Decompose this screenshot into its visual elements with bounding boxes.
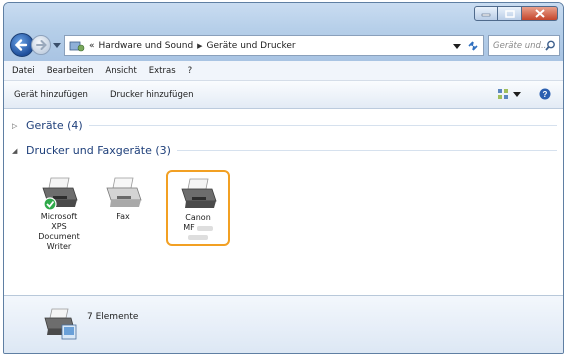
explorer-window: « Hardware und Sound ▶ Geräte und Drucke… [3,2,564,354]
refresh-icon[interactable] [466,39,480,53]
add-printer-button[interactable]: Drucker hinzufügen [110,90,194,100]
printer-xps[interactable]: Microsoft XPS Document Writer [30,174,88,252]
view-options-button[interactable] [497,88,521,100]
devices-printers-icon [44,308,77,340]
printer-name-line: Canon [185,213,211,222]
printer-icon [181,178,217,208]
printer-canon[interactable]: Canon MF [166,170,230,246]
printer-name-line: XPS [51,222,67,231]
menu-view[interactable]: Ansicht [105,66,136,76]
title-bar: « Hardware und Sound ▶ Geräte und Drucke… [4,3,563,61]
history-dropdown-icon[interactable] [53,41,61,49]
forward-button[interactable] [31,35,51,55]
menu-file[interactable]: Datei [12,66,35,76]
search-placeholder: Geräte und... [493,40,550,51]
printer-name-line: MF [183,223,195,232]
menu-bar: Datei Bearbeiten Ansicht Extras ? [4,61,563,81]
address-bar[interactable]: « Hardware und Sound ▶ Geräte und Drucke… [64,35,484,56]
group-label-devices: Geräte (4) [26,119,83,132]
address-dropdown-icon[interactable] [453,42,461,50]
view-dropdown-icon [513,92,521,97]
printer-model-line: MF [183,223,213,233]
menu-tools[interactable]: Extras [149,66,176,76]
view-grid-icon [498,89,508,99]
redacted-text [196,225,213,231]
search-box[interactable]: Geräte und... [488,35,560,56]
svg-text:?: ? [543,90,548,99]
item-count: 7 Elemente [87,312,139,322]
menu-help[interactable]: ? [188,66,193,76]
details-pane: 7 Elemente [4,295,563,353]
close-icon [534,9,545,18]
search-icon[interactable] [545,40,556,51]
arrow-left-icon [14,39,28,51]
minimize-button[interactable] [474,6,498,21]
maximize-icon [504,9,515,18]
group-divider [176,150,557,151]
breadcrumb-devices-printers[interactable]: Geräte und Drucker [207,41,296,51]
printer-name-line: Writer [46,242,72,251]
content-area: ▷ Geräte (4) ◢ Drucker und Faxgeräte (3)… [4,110,563,294]
minimize-icon [481,13,491,16]
group-label-printers: Drucker und Faxgeräte (3) [26,144,171,157]
command-bar: Gerät hinzufügen Drucker hinzufügen ? [4,81,563,109]
fax-icon [106,177,142,207]
collapse-arrow-icon[interactable]: ◢ [12,147,20,155]
default-check-icon [43,197,57,211]
printer-name-line: Microsoft [40,212,78,221]
close-button[interactable] [522,6,558,21]
expand-arrow-icon[interactable]: ▷ [12,122,20,130]
redacted-text [188,235,208,240]
printer-name-line: Fax [116,212,130,221]
help-icon[interactable]: ? [539,88,551,100]
toolbar-right: ? [497,88,551,100]
maximize-button[interactable] [498,6,522,21]
arrow-right-icon [36,40,47,50]
printer-name-line: Document [38,232,80,241]
printer-fax[interactable]: Fax [94,174,152,222]
breadcrumb-separator-icon[interactable]: ▶ [197,42,202,50]
group-header-printers[interactable]: ◢ Drucker und Faxgeräte (3) [12,144,557,157]
group-header-devices[interactable]: ▷ Geräte (4) [12,119,557,132]
control-panel-icon [69,41,85,51]
menu-edit[interactable]: Bearbeiten [47,66,94,76]
breadcrumb-overflow[interactable]: « [89,41,95,51]
window-controls [474,6,558,21]
printer-icon [42,177,78,211]
add-device-button[interactable]: Gerät hinzufügen [14,90,88,100]
navigation-row: « Hardware und Sound ▶ Geräte und Drucke… [10,33,560,57]
group-divider [88,125,557,126]
breadcrumb-hardware-sound[interactable]: Hardware und Sound [99,41,194,51]
